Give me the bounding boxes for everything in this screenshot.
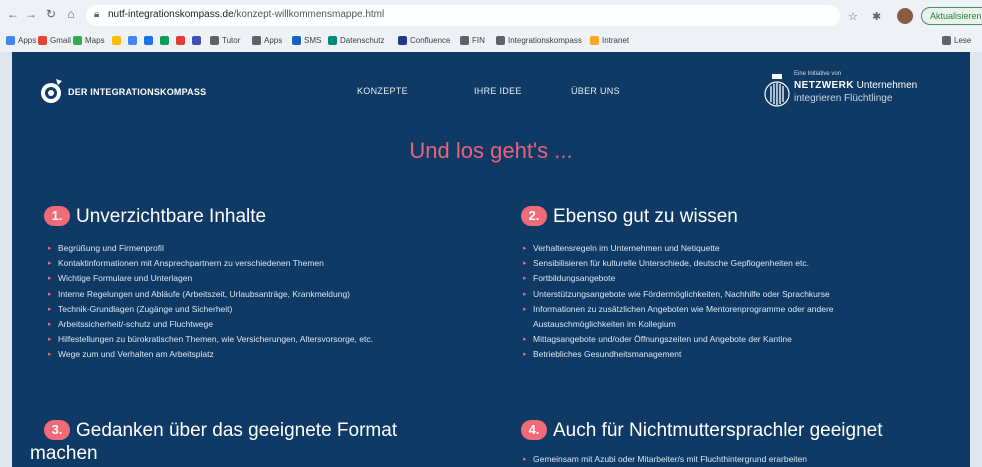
section-title-3: 3. Gedanken über das geeignete Format xyxy=(44,420,397,442)
bookmark-item[interactable] xyxy=(128,34,140,47)
fin-icon xyxy=(460,36,469,45)
bookmark-item[interactable]: Datenschutz xyxy=(328,34,384,47)
section-title-2: 2. Ebenso gut zu wissen xyxy=(521,206,738,228)
back-icon[interactable]: ← xyxy=(6,7,20,21)
bookmark-item[interactable]: Gmail xyxy=(38,34,71,47)
list-item: Sensibilisieren für kulturelle Unterschi… xyxy=(523,256,834,271)
section-4-list: Gemeinsam mit Azubi oder Mitarbeiter/s m… xyxy=(523,452,807,467)
list-item: Technik-Grundlagen (Zugänge und Sicherhe… xyxy=(48,302,373,317)
bookmark-item[interactable]: Integrationskompass xyxy=(496,34,582,47)
bookmark-item[interactable] xyxy=(160,34,172,47)
list-item: Fortbildungsangebote xyxy=(523,271,834,286)
update-button[interactable]: Aktualisieren xyxy=(921,7,982,25)
url-text[interactable]: nutf-integrationskompass.de/konzept-will… xyxy=(108,9,384,20)
forward-icon[interactable]: → xyxy=(24,7,38,21)
bookmark-item[interactable] xyxy=(176,34,188,47)
home-icon[interactable]: ⌂ xyxy=(64,7,78,21)
browser-chrome: ← → ↻ ⌂ 🔒︎ nutf-integrationskompass.de/k… xyxy=(0,0,982,52)
section-title-1: 1. Unverzichtbare Inhalte xyxy=(44,206,266,228)
address-bar[interactable]: 🔒︎ nutf-integrationskompass.de/konzept-w… xyxy=(86,5,840,26)
confluence-icon xyxy=(398,36,407,45)
bookmark-item[interactable]: SMS xyxy=(292,34,321,47)
list-item: Verhaltensregeln im Unternehmen und Neti… xyxy=(523,241,834,256)
section-number-badge: 2. xyxy=(521,206,547,226)
bookmark-item[interactable] xyxy=(112,34,124,47)
list-item: Informationen zu zusätzlichen Angeboten … xyxy=(523,302,834,332)
list-item: Wichtige Formulare und Unterlagen xyxy=(48,271,373,286)
reload-icon[interactable]: ↻ xyxy=(44,7,58,21)
globe-icon xyxy=(496,36,505,45)
partner-caption: Eine Initiative von xyxy=(794,71,842,77)
bookmark-item[interactable]: FIN xyxy=(460,34,485,47)
bookmark-item[interactable] xyxy=(144,34,156,47)
nav-konzepte[interactable]: KONZEPTE xyxy=(357,86,408,96)
bookmark-icon xyxy=(192,36,201,45)
partner-subtitle: integrieren Flüchtlinge xyxy=(794,93,893,104)
lock-icon: 🔒︎ xyxy=(94,9,100,20)
bookmark-item[interactable]: Intranet xyxy=(590,34,629,47)
bookmark-icon xyxy=(112,36,121,45)
maps-icon xyxy=(73,36,82,45)
section-number-badge: 1. xyxy=(44,206,70,226)
bookmarks-bar: Apps Gmail Maps Tutor Apps SMS Datenschu… xyxy=(0,31,982,50)
apps-icon xyxy=(6,36,15,45)
partner-name[interactable]: NETZWERK Unternehmen xyxy=(794,80,917,91)
sms-icon xyxy=(292,36,301,45)
bookmark-item[interactable] xyxy=(192,34,204,47)
gmail-icon xyxy=(38,36,47,45)
bookmark-icon xyxy=(128,36,137,45)
section-title-3-cont: machen xyxy=(30,443,98,464)
bookmark-item[interactable]: Tutor xyxy=(210,34,240,47)
section-title-4: 4. Auch für Nichtmuttersprachler geeignet xyxy=(521,420,883,442)
list-item: Wege zum und Verhalten am Arbeitsplatz xyxy=(48,347,373,362)
bookmark-item[interactable]: Apps xyxy=(252,34,282,47)
list-item: Interne Regelungen und Abläufe (Arbeitsz… xyxy=(48,287,373,302)
list-item: Kontaktinformationen mit Ansprechpartner… xyxy=(48,256,373,271)
site-logo-text[interactable]: DER INTEGRATIONSKOMPASS xyxy=(68,87,206,97)
star-icon[interactable]: ☆ xyxy=(848,10,858,23)
bookmark-icon xyxy=(176,36,185,45)
list-item: Unterstützungsangebote wie Fördermöglich… xyxy=(523,287,834,302)
section-number-badge: 4. xyxy=(521,420,547,440)
section-2-list: Verhaltensregeln im Unternehmen und Neti… xyxy=(523,241,834,363)
list-item: Gemeinsam mit Azubi oder Mitarbeiter/s m… xyxy=(523,452,807,467)
reading-list-icon xyxy=(942,36,951,45)
bookmark-item[interactable]: Maps xyxy=(73,34,105,47)
datenschutz-icon xyxy=(328,36,337,45)
intranet-icon xyxy=(590,36,599,45)
reading-list[interactable]: Lese xyxy=(942,34,971,47)
compass-logo-icon[interactable] xyxy=(38,78,64,104)
avatar[interactable] xyxy=(897,8,913,24)
address-row: ← → ↻ ⌂ 🔒︎ nutf-integrationskompass.de/k… xyxy=(0,3,982,29)
list-item: Begrüßung und Firmenprofil xyxy=(48,241,373,256)
tutor-icon xyxy=(210,36,219,45)
extensions-icon[interactable]: ✱ xyxy=(872,10,881,23)
bookmark-icon xyxy=(144,36,153,45)
bookmark-item[interactable]: Apps xyxy=(6,34,36,47)
list-item: Arbeitssicherheit/-schutz und Fluchtwege xyxy=(48,317,373,332)
section-1-list: Begrüßung und Firmenprofil Kontaktinform… xyxy=(48,241,373,363)
nav-ihre-idee[interactable]: IHRE IDEE xyxy=(474,86,522,96)
apps-icon xyxy=(252,36,261,45)
list-item: Betriebliches Gesundheitsmanagement xyxy=(523,347,834,362)
nav-ueber-uns[interactable]: ÜBER UNS xyxy=(571,86,620,96)
page-title: Und los geht's ... xyxy=(409,138,573,163)
bookmark-item[interactable]: Confluence xyxy=(398,34,450,47)
section-number-badge: 3. xyxy=(44,420,70,440)
bookmark-icon xyxy=(160,36,169,45)
list-item: Mittagsangebote und/oder Öffnungszeiten … xyxy=(523,332,834,347)
netzwerk-logo-icon[interactable] xyxy=(762,70,792,108)
list-item: Hilfestellungen zu bürokratischen Themen… xyxy=(48,332,373,347)
